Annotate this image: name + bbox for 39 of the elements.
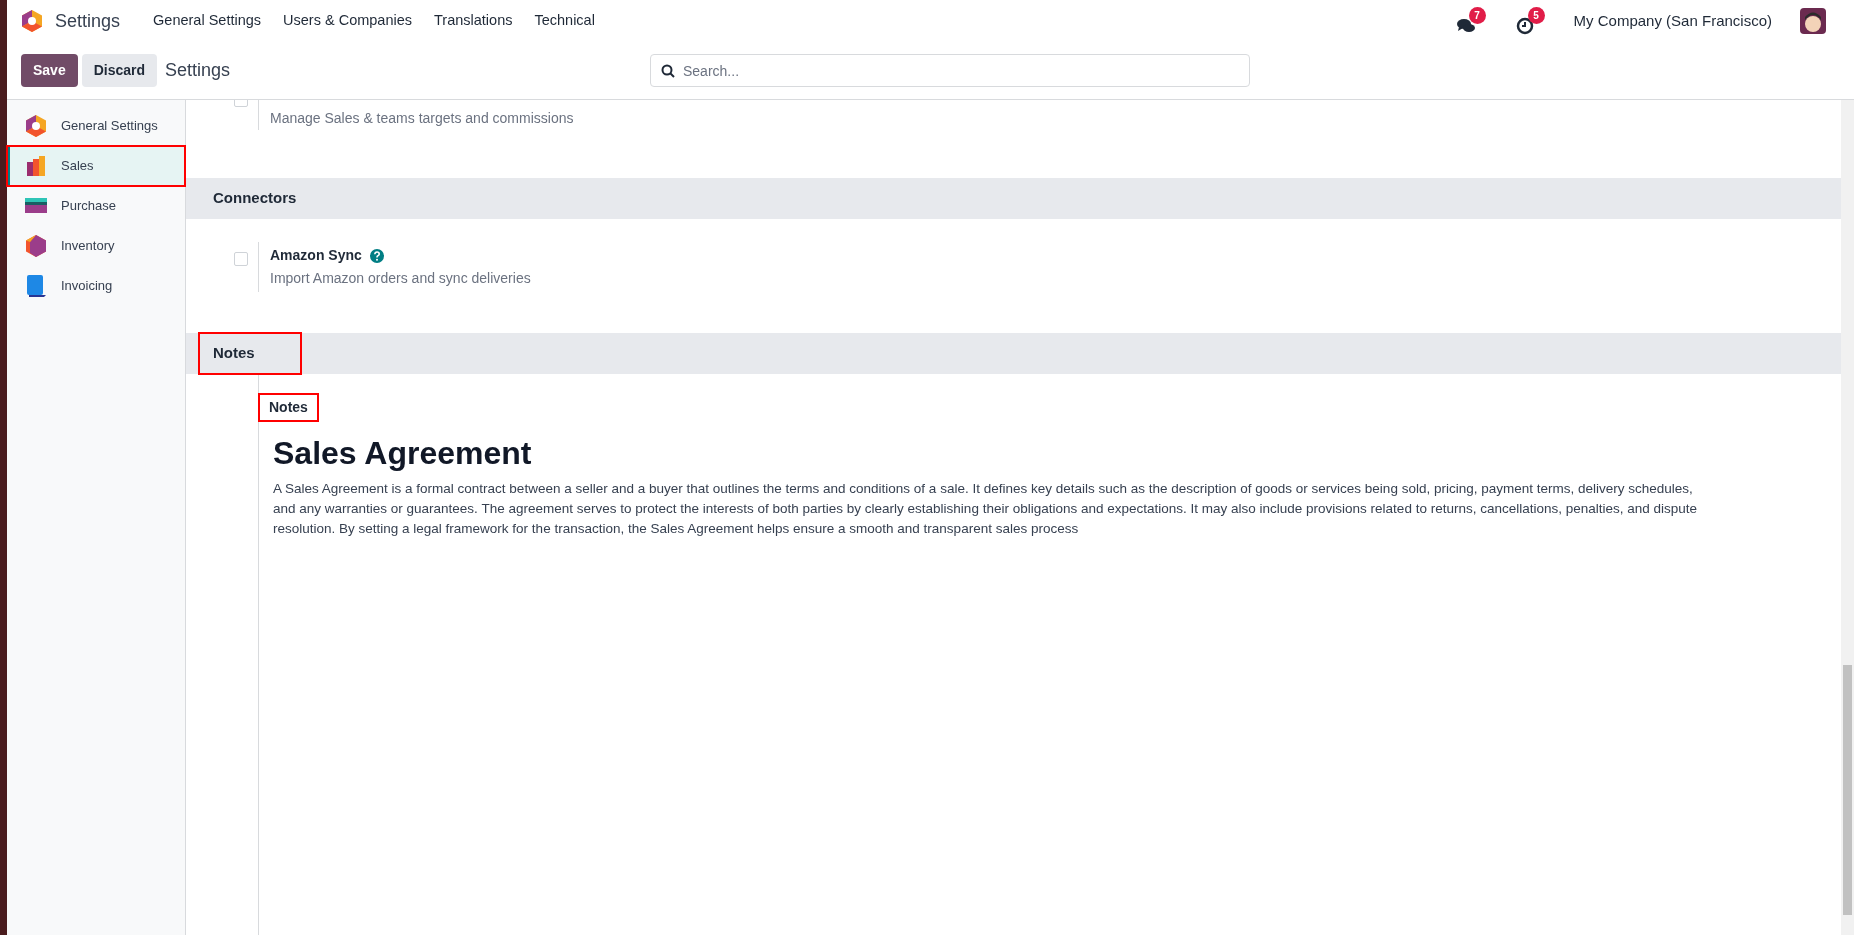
- setting-title: Amazon Sync: [270, 246, 362, 265]
- setting-description: Import Amazon orders and sync deliveries: [270, 269, 531, 288]
- app-title: Settings: [55, 9, 121, 33]
- activities-button[interactable]: 5: [1515, 7, 1546, 35]
- sidebar-item[interactable]: Invoicing: [7, 266, 185, 306]
- scrollbar[interactable]: [1841, 100, 1854, 935]
- app-icon: [25, 154, 47, 178]
- app-logo-icon[interactable]: [21, 9, 43, 33]
- sidebar-item[interactable]: General Settings: [7, 106, 185, 146]
- search-field[interactable]: Search...: [650, 54, 1250, 87]
- field-label: Notes: [259, 394, 318, 421]
- search-icon: [661, 64, 675, 78]
- menu-item[interactable]: Users & Companies: [274, 10, 421, 32]
- setting-description: Manage Sales & teams targets and commissions: [270, 109, 574, 128]
- note-heading: Sales Agreement: [273, 434, 533, 473]
- checkbox[interactable]: [234, 252, 248, 266]
- messages-button[interactable]: 7: [1455, 7, 1488, 35]
- menu-item[interactable]: Translations: [425, 10, 522, 32]
- chat-icon: [1455, 17, 1476, 35]
- section-title: Connectors: [212, 188, 298, 209]
- sidebar-item[interactable]: Sales: [7, 146, 185, 186]
- breadcrumb: Settings: [165, 59, 231, 82]
- menu-item[interactable]: Technical: [525, 10, 604, 32]
- app-icon: [25, 274, 47, 298]
- note-paragraph: A Sales Agreement is a formal contract between a seller and a buyer that outlines the terms and conditions of a sale. It defines key details such as the description of goods or services being sold, pricing, payment terms, delivery schedules, and any warranties or guarantees. The agreement serves to protect the interests of both parties by clearly establishing their obligations and expectations. It may also include provisions related to returns, cancellations, penalties, and dispute resolution. By setting a legal framework for the transaction, the Sales Agreement helps ensure a smooth and transparent sales process: [273, 480, 1699, 538]
- notification-badge: 5: [1527, 7, 1545, 24]
- user-avatar[interactable]: [1800, 8, 1826, 34]
- company-switcher[interactable]: My Company (San Francisco): [1573, 9, 1772, 33]
- clock-icon: [1515, 17, 1534, 35]
- app-icon: [25, 114, 47, 138]
- help-icon[interactable]: [369, 248, 384, 263]
- sidebar-item[interactable]: Purchase: [7, 186, 185, 226]
- section-title: Notes: [199, 333, 301, 374]
- discard-button[interactable]: Discard: [81, 54, 158, 87]
- menu-item[interactable]: General Settings: [144, 10, 271, 32]
- app-icon: [25, 234, 47, 258]
- save-button[interactable]: Save: [21, 54, 78, 87]
- sidebar-item[interactable]: Inventory: [7, 226, 185, 266]
- notification-badge: 7: [1468, 7, 1486, 24]
